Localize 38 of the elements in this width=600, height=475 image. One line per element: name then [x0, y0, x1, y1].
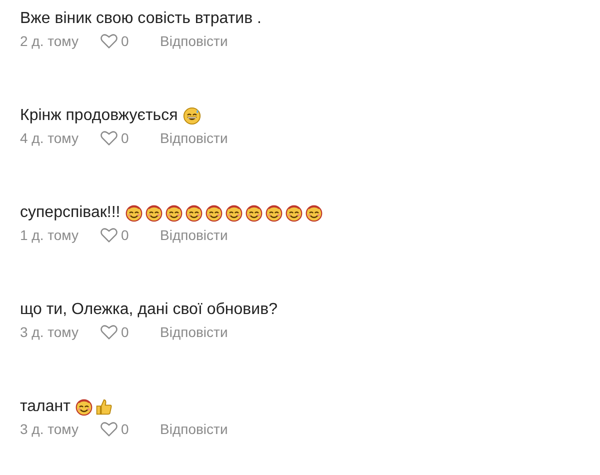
smiling-face-icon: [145, 204, 164, 222]
heart-icon[interactable]: [100, 421, 118, 437]
thumbs-up-icon: [95, 398, 114, 416]
like-count: 0: [121, 130, 129, 146]
smiling-face-icon: [285, 204, 304, 222]
comment-time: 4 д. тому: [20, 130, 80, 146]
like-count: 0: [121, 227, 129, 243]
reply-link[interactable]: Відповісти: [160, 33, 228, 49]
like-count: 0: [121, 421, 129, 437]
reply-link[interactable]: Відповісти: [160, 324, 228, 340]
like-count: 0: [121, 33, 129, 49]
reply-link[interactable]: Відповісти: [160, 421, 228, 437]
comment-text: що ти, Олежка, дані свої обновив?: [20, 301, 278, 319]
heart-icon[interactable]: [100, 33, 118, 49]
smiling-face-icon: [265, 204, 284, 222]
comment-time: 1 д. тому: [20, 227, 80, 243]
smiling-face-icon: [165, 204, 184, 222]
comment-text: талант: [20, 398, 70, 416]
smiling-face-icon: [205, 204, 224, 222]
heart-icon[interactable]: [100, 227, 118, 243]
grinning-sweat-face-icon: [182, 107, 201, 125]
smiling-face-icon: [305, 204, 324, 222]
comment-text: Вже віник свою совість втратив .: [20, 10, 262, 28]
comment-time: 2 д. тому: [20, 33, 80, 49]
comment-text: Крінж продовжується: [20, 107, 178, 125]
smiling-face-icon: [185, 204, 204, 222]
like-count: 0: [121, 324, 129, 340]
smiling-face-icon: [75, 398, 94, 416]
reply-link[interactable]: Відповісти: [160, 130, 228, 146]
comment-time: 3 д. тому: [20, 421, 80, 437]
comment-time: 3 д. тому: [20, 324, 80, 340]
heart-icon[interactable]: [100, 130, 118, 146]
smiling-face-icon: [225, 204, 244, 222]
comment-text: суперспівак!!!: [20, 204, 120, 222]
smiling-face-icon: [125, 204, 144, 222]
heart-icon[interactable]: [100, 324, 118, 340]
smiling-face-icon: [245, 204, 264, 222]
reply-link[interactable]: Відповісти: [160, 227, 228, 243]
